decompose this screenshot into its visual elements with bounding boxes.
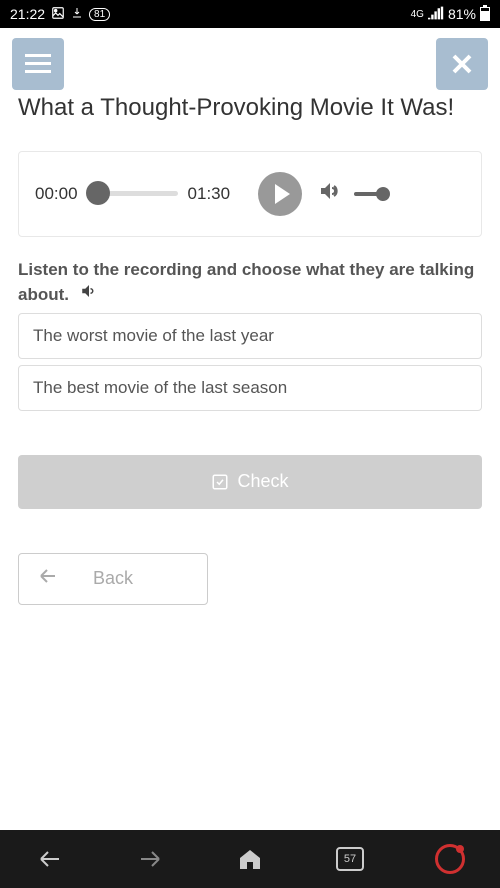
battery-pct: 81% bbox=[448, 6, 476, 22]
back-label: Back bbox=[93, 568, 133, 589]
network-type: 4G bbox=[411, 9, 424, 20]
back-button[interactable]: Back bbox=[18, 553, 208, 605]
app-header bbox=[0, 28, 500, 90]
image-icon bbox=[51, 6, 65, 23]
audio-total-time: 01:30 bbox=[188, 184, 231, 204]
signal-icon bbox=[428, 6, 444, 23]
tabs-icon: 57 bbox=[336, 847, 364, 871]
main-content: What a Thought-Provoking Movie It Was! 0… bbox=[0, 90, 500, 830]
close-button[interactable] bbox=[436, 38, 488, 90]
download-icon bbox=[71, 6, 83, 23]
volume-thumb[interactable] bbox=[376, 187, 390, 201]
audio-current-time: 00:00 bbox=[35, 184, 78, 204]
nav-forward-button[interactable] bbox=[130, 839, 170, 879]
seek-thumb[interactable] bbox=[86, 181, 110, 205]
page-title: What a Thought-Provoking Movie It Was! bbox=[18, 94, 482, 123]
speaker-icon[interactable] bbox=[80, 282, 98, 307]
close-icon bbox=[451, 53, 473, 75]
check-icon bbox=[211, 473, 229, 491]
volume-slider[interactable] bbox=[354, 192, 384, 196]
opera-icon bbox=[435, 844, 465, 874]
nav-opera-button[interactable] bbox=[430, 839, 470, 879]
audio-seek-slider[interactable] bbox=[88, 191, 178, 196]
volume-icon[interactable] bbox=[318, 179, 342, 208]
battery-icon bbox=[480, 5, 490, 24]
nav-tabs-button[interactable]: 57 bbox=[330, 839, 370, 879]
menu-button[interactable] bbox=[12, 38, 64, 90]
home-icon bbox=[238, 848, 262, 870]
nav-home-button[interactable] bbox=[230, 839, 270, 879]
check-button[interactable]: Check bbox=[18, 455, 482, 509]
answer-option[interactable]: The best movie of the last season bbox=[18, 365, 482, 411]
play-icon bbox=[275, 184, 290, 204]
answer-option[interactable]: The worst movie of the last year bbox=[18, 313, 482, 359]
download-count-badge: 81 bbox=[89, 8, 110, 21]
arrow-left-icon bbox=[39, 568, 57, 589]
nav-back-button[interactable] bbox=[30, 839, 70, 879]
android-status-bar: 21:22 81 4G 81% bbox=[0, 0, 500, 28]
hamburger-icon bbox=[25, 54, 51, 74]
status-time: 21:22 bbox=[10, 6, 45, 22]
arrow-left-icon bbox=[39, 849, 61, 869]
notification-dot bbox=[456, 845, 464, 853]
audio-player: 00:00 01:30 bbox=[18, 151, 482, 237]
browser-nav-bar: 57 bbox=[0, 830, 500, 888]
check-label: Check bbox=[237, 471, 288, 492]
tab-count: 57 bbox=[344, 853, 356, 865]
question-instruction: Listen to the recording and choose what … bbox=[18, 259, 482, 307]
arrow-right-icon bbox=[139, 849, 161, 869]
play-button[interactable] bbox=[258, 172, 302, 216]
